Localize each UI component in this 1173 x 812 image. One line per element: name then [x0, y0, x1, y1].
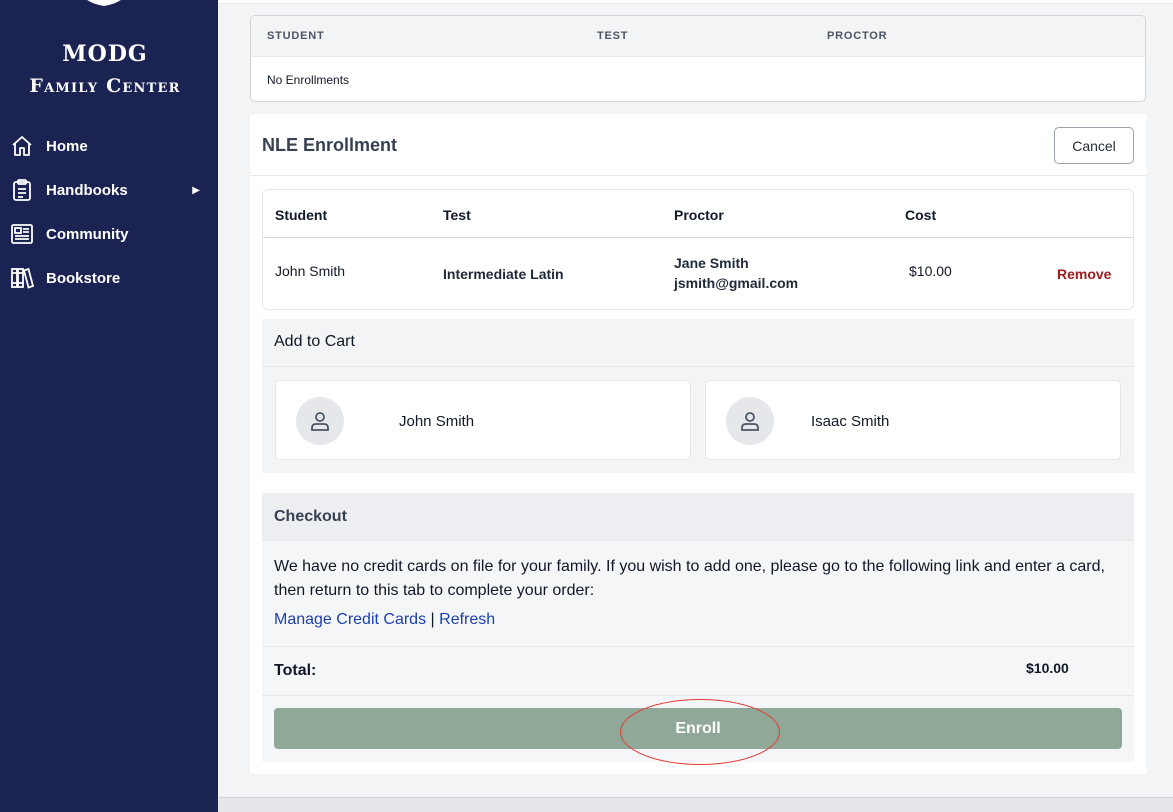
- sidebar-item-label: Home: [46, 137, 88, 155]
- sidebar-item-label: Community: [46, 225, 129, 243]
- column-header-test: TEST: [597, 30, 629, 42]
- sidebar-item-label: Bookstore: [46, 269, 121, 287]
- sidebar-item-handbooks[interactable]: Handbooks ▶: [0, 168, 218, 212]
- user-icon: [311, 412, 329, 431]
- main-content: STUDENT TEST PROCTOR No Enrollments NLE …: [218, 0, 1173, 812]
- add-to-cart-section: Add to Cart John Smith Isaac Smith: [262, 319, 1134, 473]
- column-header-cost: Cost: [905, 207, 937, 223]
- divider: [262, 646, 1134, 647]
- student-cell: John Smith: [275, 263, 346, 279]
- checkout-links: Manage Credit Cards | Refresh: [274, 611, 495, 629]
- column-header-proctor: Proctor: [674, 207, 724, 223]
- proctor-email-cell: jsmith@gmail.com: [674, 275, 799, 291]
- divider: [262, 695, 1134, 696]
- avatar: [726, 397, 774, 445]
- sidebar-item-bookstore[interactable]: Bookstore: [0, 256, 218, 300]
- sidebar: MODG Family Center Home Handbooks ▶ Comm…: [0, 0, 218, 812]
- bottom-bar: [218, 797, 1173, 812]
- sidebar-nav: Home Handbooks ▶ Community Bookstore: [0, 124, 218, 300]
- student-card-isaac-smith[interactable]: Isaac Smith: [705, 380, 1121, 460]
- clipboard-icon: [13, 179, 31, 201]
- manage-credit-cards-link[interactable]: Manage Credit Cards: [274, 611, 426, 628]
- enrollments-table: STUDENT TEST PROCTOR No Enrollments: [250, 15, 1146, 102]
- caret-right-icon: ▶: [192, 184, 200, 196]
- total-label: Total:: [274, 662, 317, 679]
- column-header-proctor: PROCTOR: [827, 30, 888, 42]
- table-row: John Smith Intermediate Latin Jane Smith…: [263, 238, 1133, 310]
- sidebar-item-home[interactable]: Home: [0, 124, 218, 168]
- avatar: [296, 397, 344, 445]
- student-card-john-smith[interactable]: John Smith: [275, 380, 691, 460]
- nle-enrollment-panel: NLE Enrollment Cancel Student Test Proct…: [250, 114, 1146, 774]
- brand-subtitle: Family Center: [29, 75, 181, 97]
- test-cell: Intermediate Latin: [443, 266, 564, 282]
- column-header-test: Test: [443, 207, 471, 223]
- remove-link[interactable]: Remove: [1057, 266, 1111, 282]
- no-card-message: We have no credit cards on file for your…: [274, 558, 1105, 599]
- table-header: STUDENT TEST PROCTOR: [251, 16, 1145, 57]
- total-value: $10.00: [1026, 660, 1069, 676]
- link-separator: |: [430, 611, 435, 628]
- sidebar-item-label: Handbooks: [46, 181, 128, 199]
- student-name: John Smith: [399, 413, 475, 430]
- enroll-button[interactable]: Enroll: [274, 708, 1122, 749]
- section-title: Checkout: [274, 508, 347, 525]
- home-icon: [12, 136, 32, 156]
- student-name: Isaac Smith: [811, 413, 890, 430]
- column-header-student: STUDENT: [267, 30, 325, 42]
- books-icon: [11, 267, 34, 289]
- logo-icon: [87, 0, 121, 6]
- newspaper-icon: [11, 224, 33, 244]
- panel-title: NLE Enrollment: [262, 135, 398, 155]
- user-icon: [741, 412, 759, 431]
- empty-message: No Enrollments: [267, 73, 350, 87]
- column-header-student: Student: [275, 207, 328, 223]
- proctor-name-cell: Jane Smith: [674, 255, 749, 271]
- sidebar-item-community[interactable]: Community: [0, 212, 218, 256]
- cancel-button[interactable]: Cancel: [1054, 127, 1134, 164]
- section-title: Add to Cart: [274, 333, 355, 350]
- cost-cell: $10.00: [909, 263, 952, 279]
- checkout-section: Checkout We have no credit cards on file…: [262, 493, 1134, 762]
- checkout-header: Checkout: [262, 493, 1134, 541]
- top-bar: [218, 0, 1173, 4]
- refresh-link[interactable]: Refresh: [439, 611, 495, 628]
- divider: [262, 366, 1134, 367]
- table-header: Student Test Proctor Cost: [263, 190, 1133, 238]
- brand-name: MODG: [62, 41, 148, 67]
- panel-header: NLE Enrollment Cancel: [250, 114, 1146, 176]
- brand: MODG Family Center: [0, 40, 210, 104]
- cart-table: Student Test Proctor Cost John Smith Int…: [262, 189, 1134, 310]
